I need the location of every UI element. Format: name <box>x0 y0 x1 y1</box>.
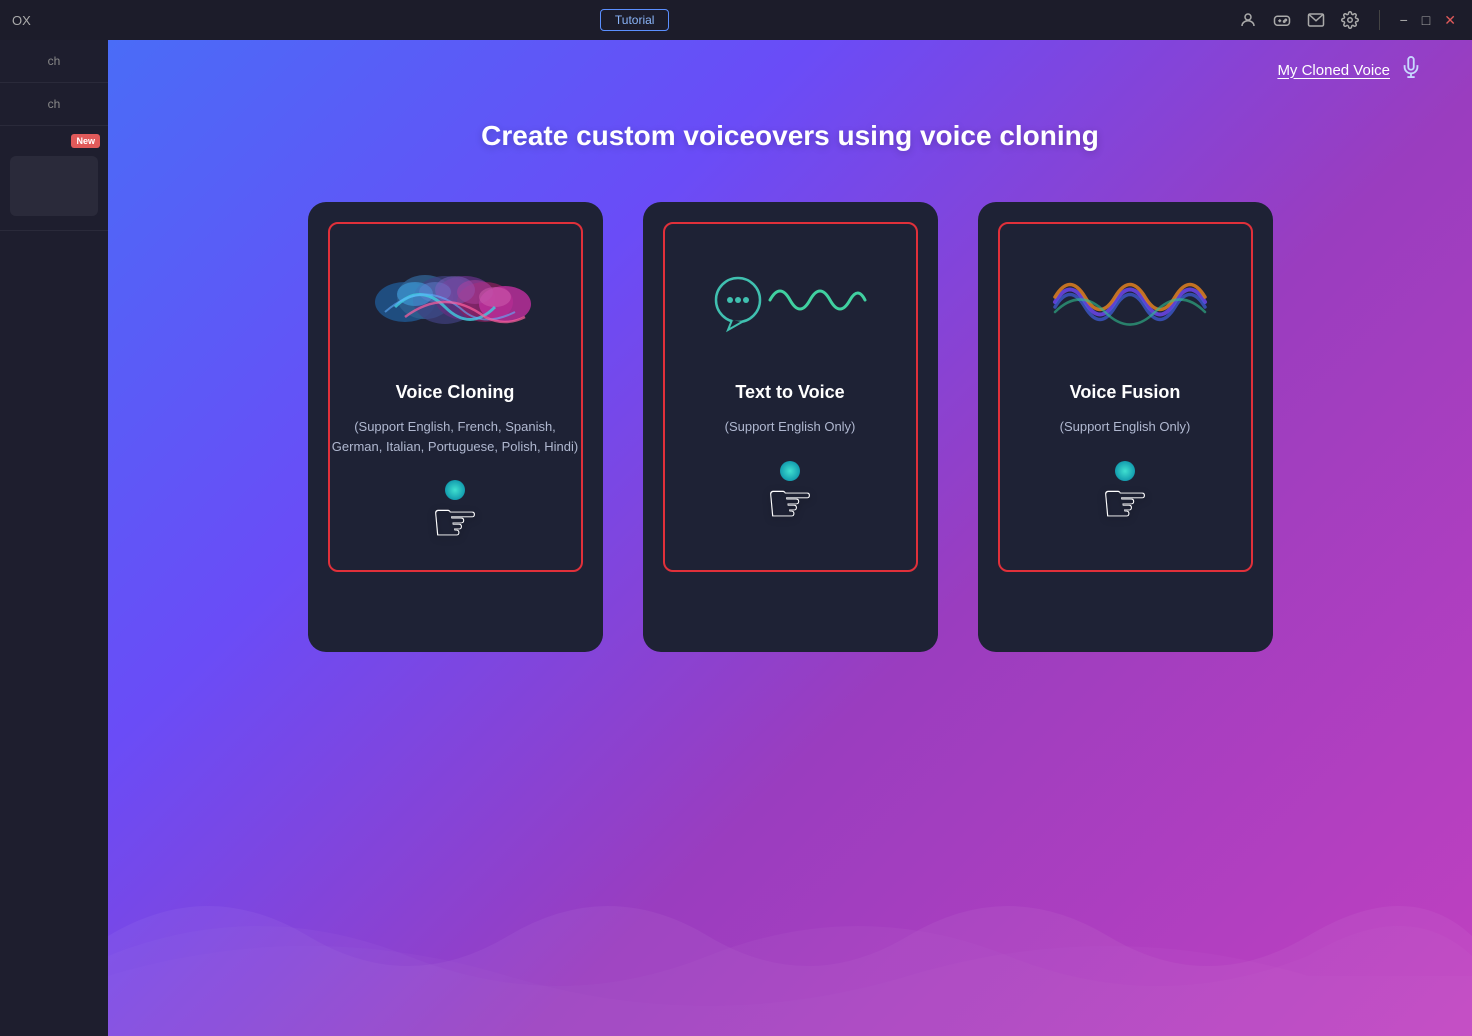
sidebar-item-new[interactable]: New <box>0 126 108 231</box>
text-to-voice-title: Text to Voice <box>735 382 844 403</box>
maximize-button[interactable]: □ <box>1422 12 1430 28</box>
sidebar-item-2[interactable]: ch <box>0 83 108 126</box>
sidebar-label-2: ch <box>48 97 61 111</box>
title-bar: OX Tutorial − □ ✕ <box>0 0 1472 40</box>
sidebar: ch ch New <box>0 40 108 1036</box>
text-to-voice-subtitle: (Support English Only) <box>725 417 856 437</box>
voice-fusion-card[interactable]: Voice Fusion (Support English Only) ☞ <box>978 202 1273 652</box>
bg-waves <box>108 836 1472 1036</box>
sidebar-label-1: ch <box>48 54 61 68</box>
text-to-voice-icon-area <box>690 252 890 352</box>
main-content: My Cloned Voice Create custom voiceovers… <box>108 40 1472 1036</box>
voice-fusion-title: Voice Fusion <box>1070 382 1181 403</box>
settings-icon[interactable] <box>1341 11 1359 29</box>
voice-fusion-icon-area <box>1025 252 1225 352</box>
sidebar-block <box>10 156 98 216</box>
voice-cloning-subtitle: (Support English, French, Spanish, Germa… <box>332 417 579 456</box>
sidebar-item-1[interactable]: ch <box>0 40 108 83</box>
tutorial-button[interactable]: Tutorial <box>600 9 670 31</box>
cloned-voice-label: My Cloned Voice <box>1277 62 1390 79</box>
cloned-voice-link[interactable]: My Cloned Voice <box>1277 56 1422 84</box>
minimize-button[interactable]: − <box>1400 12 1408 28</box>
close-button[interactable]: ✕ <box>1444 12 1456 29</box>
new-badge: New <box>71 134 100 148</box>
mail-icon[interactable] <box>1307 11 1325 29</box>
voice-fusion-cursor: ☞ <box>1100 461 1149 535</box>
user-icon[interactable] <box>1239 11 1257 29</box>
text-to-voice-card[interactable]: Text to Voice (Support English Only) ☞ <box>643 202 938 652</box>
app-name: OX <box>12 13 31 28</box>
voice-fusion-subtitle: (Support English Only) <box>1060 417 1191 437</box>
gamepad-icon[interactable] <box>1273 11 1291 29</box>
cards-container: Voice Cloning (Support English, French, … <box>268 202 1313 652</box>
text-to-voice-cursor: ☞ <box>765 461 814 535</box>
voice-cloning-icon-area <box>355 252 555 352</box>
voice-cloning-title: Voice Cloning <box>396 382 515 403</box>
mic-icon <box>1400 56 1422 84</box>
voice-cloning-card[interactable]: Voice Cloning (Support English, French, … <box>308 202 603 652</box>
page-title: Create custom voiceovers using voice clo… <box>481 120 1099 152</box>
voice-cloning-cursor: ☞ <box>430 480 479 554</box>
